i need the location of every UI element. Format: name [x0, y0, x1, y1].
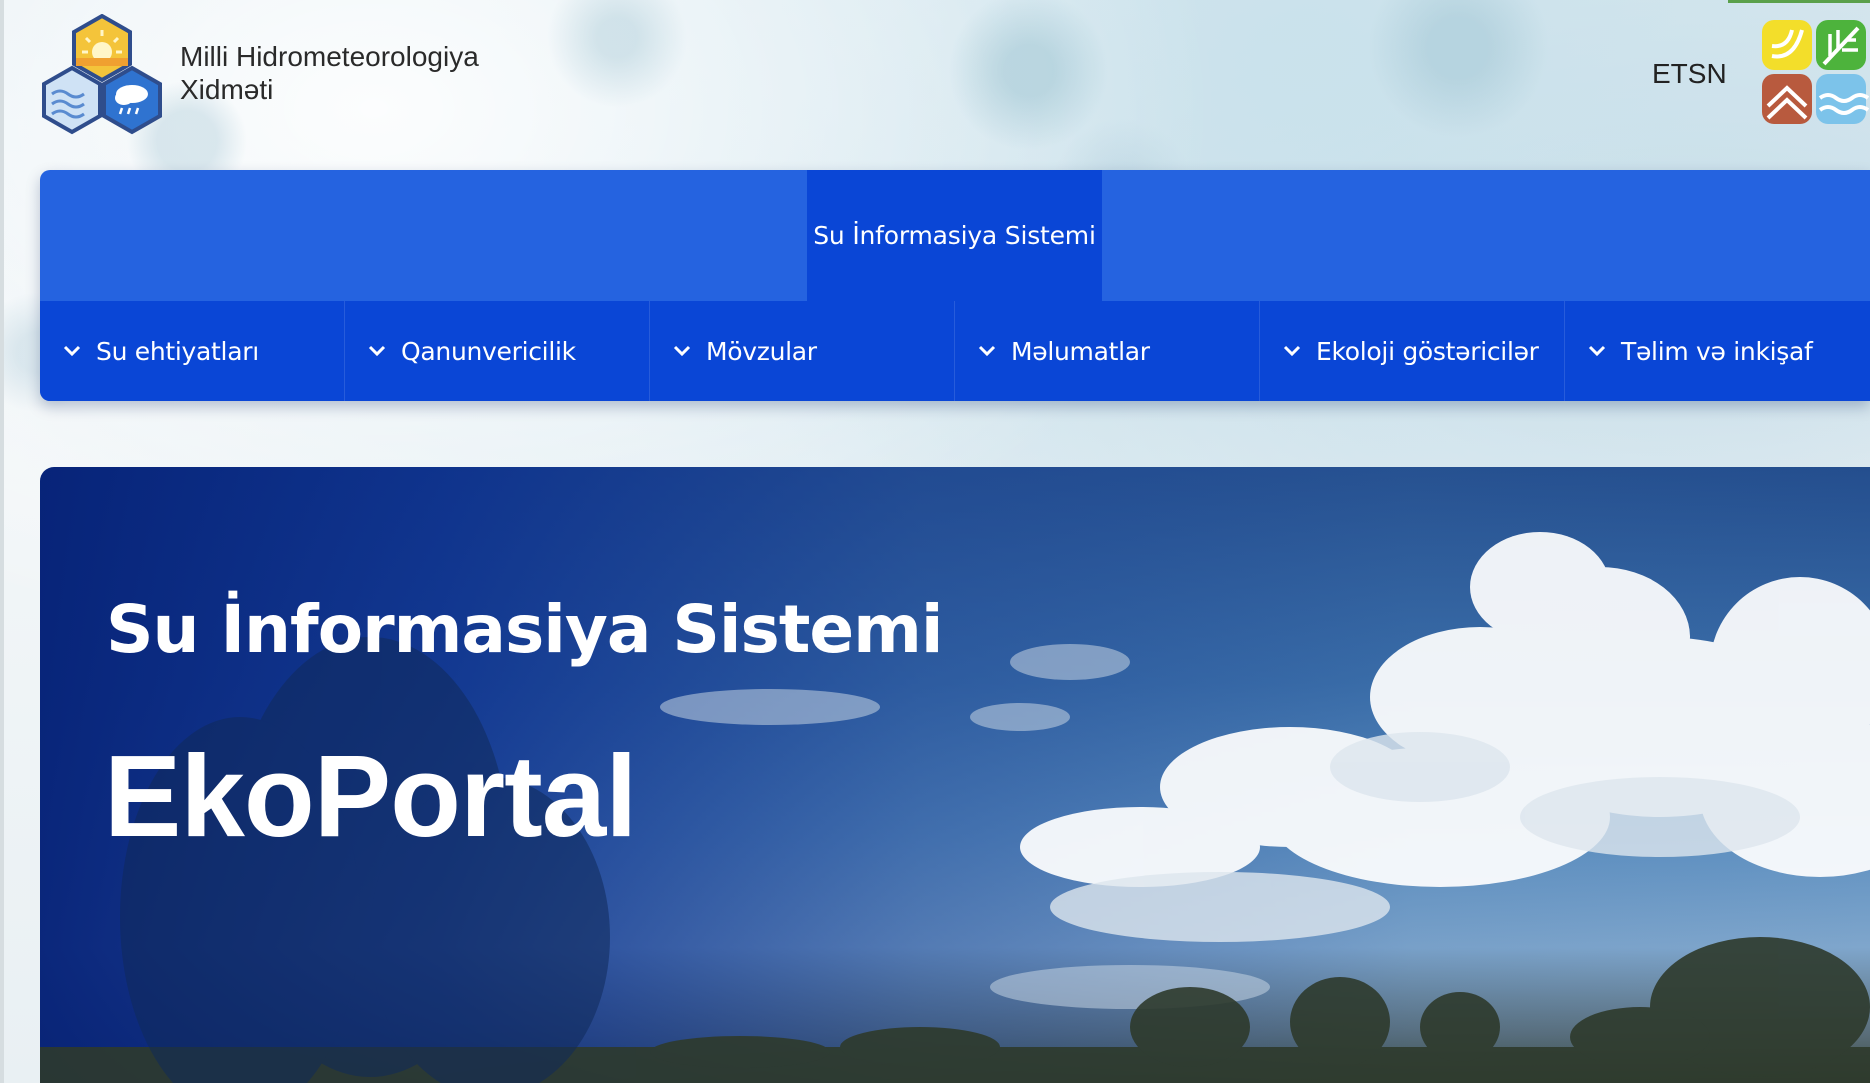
- chevron-down-icon: [673, 345, 691, 357]
- hexagon-weather-logo-icon[interactable]: [40, 14, 164, 136]
- menu-item-label: Mövzular: [706, 336, 817, 366]
- chevron-down-icon: [1283, 345, 1301, 357]
- menu-item-label: Su ehtiyatları: [96, 336, 259, 366]
- window-edge: [0, 0, 4, 1083]
- organization-name-line1: Milli Hidrometeorologiya: [180, 41, 479, 72]
- organization-name-line2: Xidməti: [180, 74, 274, 105]
- menu-item-label: Qanunvericilik: [401, 336, 576, 366]
- hero-subtitle: Su İnformasiya Sistemi: [106, 591, 944, 668]
- chevron-down-icon: [1588, 345, 1606, 357]
- menu-item-movzular[interactable]: Mövzular: [650, 301, 955, 401]
- chevron-down-icon: [978, 345, 996, 357]
- chevron-down-icon: [63, 345, 81, 357]
- etsn-link[interactable]: ETSN: [1652, 58, 1727, 90]
- hero-banner: Su İnformasiya Sistemi EkoPortal: [40, 467, 1870, 1083]
- menu-item-su-ehtiyatlari[interactable]: Su ehtiyatları: [40, 301, 345, 401]
- main-navigation: Su İnformasiya Sistemi Su ehtiyatları Qa…: [40, 170, 1870, 401]
- organization-name[interactable]: Milli Hidrometeorologiya Xidməti: [180, 40, 479, 106]
- menu-item-label: Təlim və inkişaf: [1621, 336, 1813, 366]
- menu-item-label: Məlumatlar: [1011, 336, 1150, 366]
- hero-title: EkoPortal: [104, 731, 637, 861]
- nav-menu: Su ehtiyatları Qanunvericilik Mövzular M…: [40, 301, 1870, 401]
- top-accent-line: [1728, 0, 1870, 3]
- menu-item-qanunvericilik[interactable]: Qanunvericilik: [345, 301, 650, 401]
- menu-item-melumatlar[interactable]: Məlumatlar: [955, 301, 1260, 401]
- menu-item-label: Ekoloji göstəricilər: [1316, 336, 1539, 366]
- etsn-four-element-logo-icon[interactable]: [1758, 16, 1870, 128]
- nav-title-tab[interactable]: Su İnformasiya Sistemi: [807, 170, 1102, 301]
- chevron-down-icon: [368, 345, 386, 357]
- menu-item-telim-ve-inkisaf[interactable]: Təlim və inkişaf: [1565, 301, 1870, 401]
- menu-item-ekoloji-gostericiler[interactable]: Ekoloji göstəricilər: [1260, 301, 1565, 401]
